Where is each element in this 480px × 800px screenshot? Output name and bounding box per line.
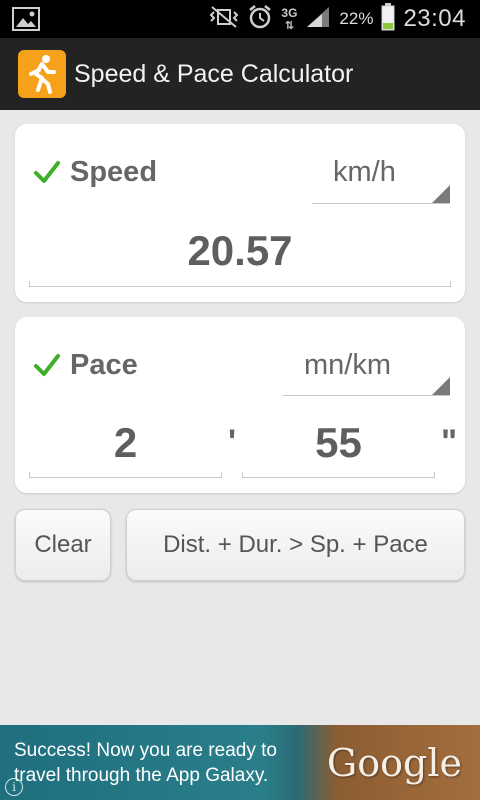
pace-checkmark-icon[interactable]	[33, 351, 61, 379]
ad-banner[interactable]: Success! Now you are ready to travel thr…	[0, 725, 480, 800]
pace-unit-value: mn/km	[304, 349, 391, 381]
speed-card: Speed km/h 20.57	[15, 124, 465, 302]
ad-line-1: Success! Now you are ready to	[14, 740, 277, 761]
speed-unit-value: km/h	[333, 156, 396, 188]
clock-time: 23:04	[403, 5, 466, 32]
battery-icon	[381, 2, 395, 36]
clear-button[interactable]: Clear	[15, 509, 111, 581]
ad-line-2: travel through the App Galaxy.	[14, 765, 269, 786]
pace-label: Pace	[70, 349, 138, 381]
status-bar: 3G ⇅ 22% 23:04	[0, 0, 480, 38]
speed-checkmark-icon[interactable]	[33, 158, 61, 186]
pace-card: Pace mn/km 2 ' 55 "	[15, 317, 465, 493]
dropdown-triangle-icon	[432, 185, 450, 203]
network-type: 3G ⇅	[281, 5, 298, 32]
runner-icon	[18, 50, 66, 98]
battery-percent: 22%	[339, 9, 374, 28]
seconds-mark: "	[441, 423, 458, 461]
speed-value-input[interactable]: 20.57	[29, 227, 451, 275]
ad-text: Success! Now you are ready to travel thr…	[14, 738, 277, 788]
action-bar: Speed & Pace Calculator	[0, 38, 480, 110]
ad-info-icon[interactable]: i	[5, 778, 23, 796]
vibrate-mute-icon	[209, 5, 239, 34]
app-title: Speed & Pace Calculator	[74, 60, 354, 88]
pace-minutes-input[interactable]: 2	[29, 419, 222, 467]
ad-brand-logo: Google	[326, 741, 462, 785]
minutes-mark: '	[228, 423, 237, 461]
alarm-icon	[247, 4, 273, 35]
image-icon	[12, 7, 40, 36]
speed-label: Speed	[70, 156, 158, 188]
pace-seconds-input[interactable]: 55	[242, 419, 435, 467]
dropdown-triangle-icon	[432, 377, 450, 395]
signal-bars-icon	[305, 5, 331, 34]
calculate-speed-pace-button[interactable]: Dist. + Dur. > Sp. + Pace	[126, 509, 465, 581]
